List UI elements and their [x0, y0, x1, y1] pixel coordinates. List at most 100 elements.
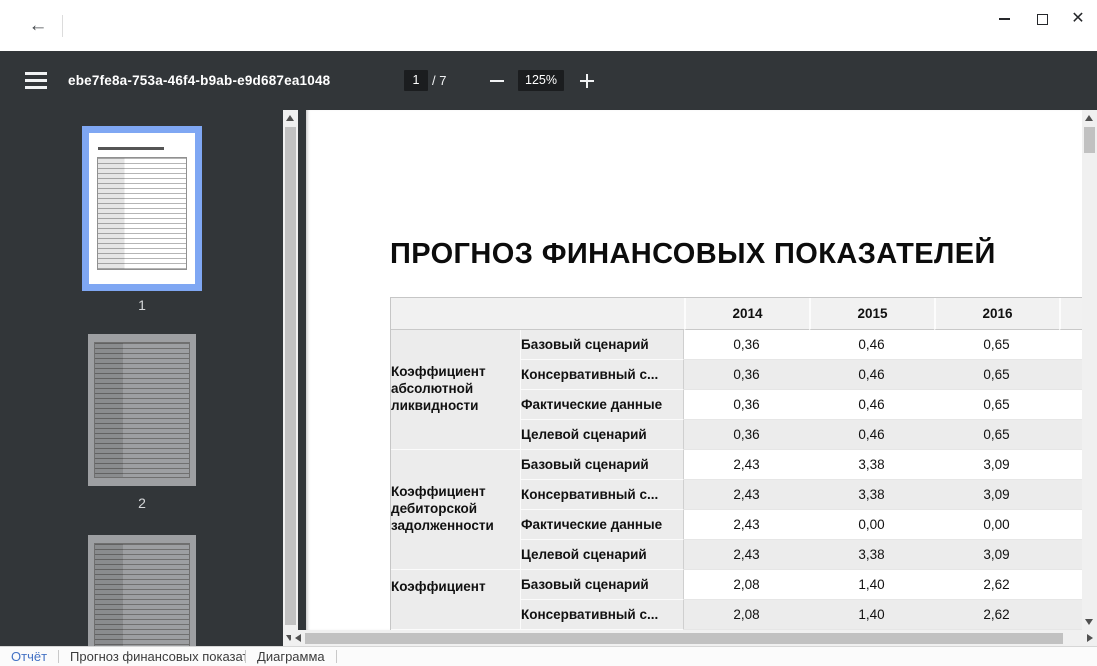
- vertical-scrollbar-thumb[interactable]: [1084, 127, 1095, 153]
- scroll-left-icon[interactable]: [295, 634, 301, 642]
- close-icon: ✕: [1071, 12, 1084, 26]
- thumbnail-page-number: 2: [82, 495, 202, 511]
- year-column-header-clipped: [1059, 298, 1082, 330]
- scenario-cell: Консервативный с...: [521, 360, 684, 390]
- page-thumbnail-2[interactable]: [88, 334, 196, 486]
- scroll-right-icon[interactable]: [1087, 634, 1093, 642]
- page-vertical-scrollbar[interactable]: [1082, 110, 1097, 630]
- year-column-header: 2016: [934, 298, 1059, 330]
- value-cell: 3,09: [934, 450, 1059, 480]
- zoom-level-value[interactable]: 125%: [518, 70, 564, 91]
- value-cell: 0,00: [809, 510, 934, 540]
- window-close-button[interactable]: ✕: [1063, 4, 1093, 34]
- table-header-row: 201420152016: [391, 298, 1082, 330]
- scenario-cell: Фактические данные: [521, 390, 684, 420]
- value-cell-clipped: [1059, 450, 1082, 480]
- page-number-input[interactable]: 1: [404, 70, 428, 91]
- scenario-cell: Целевой сценарий: [521, 540, 684, 570]
- value-cell: 0,36: [684, 330, 809, 360]
- value-cell: 2,08: [684, 570, 809, 600]
- value-cell: 0,36: [684, 360, 809, 390]
- value-cell: 2,62: [934, 600, 1059, 630]
- value-cell: 1,40: [809, 570, 934, 600]
- pdf-toolbar: ebe7fe8a-753a-46f4-b9ab-e9d687ea1048 1 /…: [0, 51, 1097, 110]
- pdf-page: ПРОГНОЗ ФИНАНСОВЫХ ПОКАЗАТЕЛЕЙ 201420152…: [306, 110, 1082, 630]
- window-minimize-button[interactable]: [989, 4, 1019, 34]
- thumbnail-title-line: [98, 147, 164, 150]
- scroll-up-icon[interactable]: [286, 115, 294, 121]
- value-cell: 0,65: [934, 330, 1059, 360]
- value-cell: 2,62: [934, 570, 1059, 600]
- page-thumbnail-1-selected[interactable]: [82, 126, 202, 291]
- value-cell-clipped: [1059, 570, 1082, 600]
- document-heading: ПРОГНОЗ ФИНАНСОВЫХ ПОКАЗАТЕЛЕЙ: [390, 238, 996, 271]
- sheet-tab-active[interactable]: Отчёт: [0, 647, 58, 666]
- value-cell: 0,65: [934, 390, 1059, 420]
- scenario-cell: Консервативный с...: [521, 480, 684, 510]
- value-cell: 1,40: [809, 600, 934, 630]
- horizontal-scrollbar-thumb[interactable]: [305, 633, 1063, 644]
- scenario-cell: Базовый сценарий: [521, 330, 684, 360]
- value-cell-clipped: [1059, 330, 1082, 360]
- value-cell: 2,43: [684, 480, 809, 510]
- maximize-icon: [1037, 14, 1048, 25]
- value-cell: 3,38: [809, 450, 934, 480]
- document-filename: ebe7fe8a-753a-46f4-b9ab-e9d687ea1048: [68, 51, 330, 110]
- thumbnail-table-sketch: [94, 342, 190, 478]
- sheet-tab-inactive[interactable]: Диаграмма: [246, 647, 336, 666]
- sheet-tab-bar: ОтчётПрогноз финансовых показателеДиагра…: [0, 646, 1097, 666]
- value-cell: 0,65: [934, 420, 1059, 450]
- page-count-label: / 7: [432, 51, 446, 110]
- value-cell: 0,46: [809, 360, 934, 390]
- scenario-cell: Целевой сценарий: [521, 420, 684, 450]
- year-column-header: 2014: [684, 298, 809, 330]
- titlebar-divider: [62, 15, 63, 37]
- sidebar-scrollbar[interactable]: [283, 110, 298, 646]
- thumbnail-table-sketch: [97, 157, 187, 270]
- thumbnail-table-sketch: [94, 543, 190, 646]
- minimize-icon: [999, 18, 1010, 20]
- zoom-out-button[interactable]: [487, 70, 507, 91]
- page-horizontal-scrollbar[interactable]: [291, 630, 1097, 646]
- sidebar-scrollbar-thumb[interactable]: [285, 127, 296, 625]
- value-cell: 2,43: [684, 510, 809, 540]
- scenario-cell: Базовый сценарий: [521, 570, 684, 600]
- zoom-in-button[interactable]: [577, 70, 597, 91]
- value-cell: 2,08: [684, 600, 809, 630]
- value-cell: 0,00: [934, 510, 1059, 540]
- value-cell: 0,46: [809, 330, 934, 360]
- value-cell: 2,43: [684, 450, 809, 480]
- table-row: Коэффициент абсолютной ликвидностиБазовы…: [391, 330, 1082, 360]
- value-cell: 0,36: [684, 390, 809, 420]
- value-cell-clipped: [1059, 540, 1082, 570]
- value-cell: 0,36: [684, 420, 809, 450]
- forecast-table: 201420152016 Коэффициент абсолютной ликв…: [390, 297, 1082, 630]
- value-cell-clipped: [1059, 360, 1082, 390]
- value-cell: 0,46: [809, 420, 934, 450]
- page-thumbnail-3[interactable]: [88, 535, 196, 646]
- menu-icon[interactable]: [25, 72, 47, 89]
- scenario-cell: Базовый сценарий: [521, 450, 684, 480]
- window-maximize-button[interactable]: [1027, 4, 1057, 34]
- value-cell-clipped: [1059, 600, 1082, 630]
- scroll-up-icon[interactable]: [1085, 115, 1093, 121]
- scenario-cell: Фактические данные: [521, 510, 684, 540]
- table-row: Коэффициент дебиторской задолженностиБаз…: [391, 450, 1082, 480]
- indicator-group-cell: Коэффициент абсолютной ликвидности: [391, 330, 521, 450]
- back-icon[interactable]: ←: [26, 14, 50, 38]
- window-titlebar: ← ✕: [0, 0, 1097, 51]
- table-row: КоэффициентБазовый сценарий2,081,402,62: [391, 570, 1082, 600]
- indicator-group-cell: Коэффициент дебиторской задолженности: [391, 450, 521, 570]
- viewer-content: 1 2 ПРОГНОЗ ФИНАНСОВЫХ ПОКАЗАТЕЛЕЙ: [0, 110, 1097, 646]
- value-cell: 0,65: [934, 360, 1059, 390]
- value-cell-clipped: [1059, 420, 1082, 450]
- thumbnail-page-number: 1: [82, 297, 202, 313]
- table-header-empty: [391, 298, 684, 330]
- indicator-group-cell: Коэффициент: [391, 570, 521, 630]
- scroll-down-icon[interactable]: [1085, 619, 1093, 625]
- value-cell-clipped: [1059, 510, 1082, 540]
- value-cell: 3,38: [809, 480, 934, 510]
- sheet-tab-inactive[interactable]: Прогноз финансовых показателе: [59, 647, 245, 666]
- scenario-cell: Консервативный с...: [521, 600, 684, 630]
- year-column-header: 2015: [809, 298, 934, 330]
